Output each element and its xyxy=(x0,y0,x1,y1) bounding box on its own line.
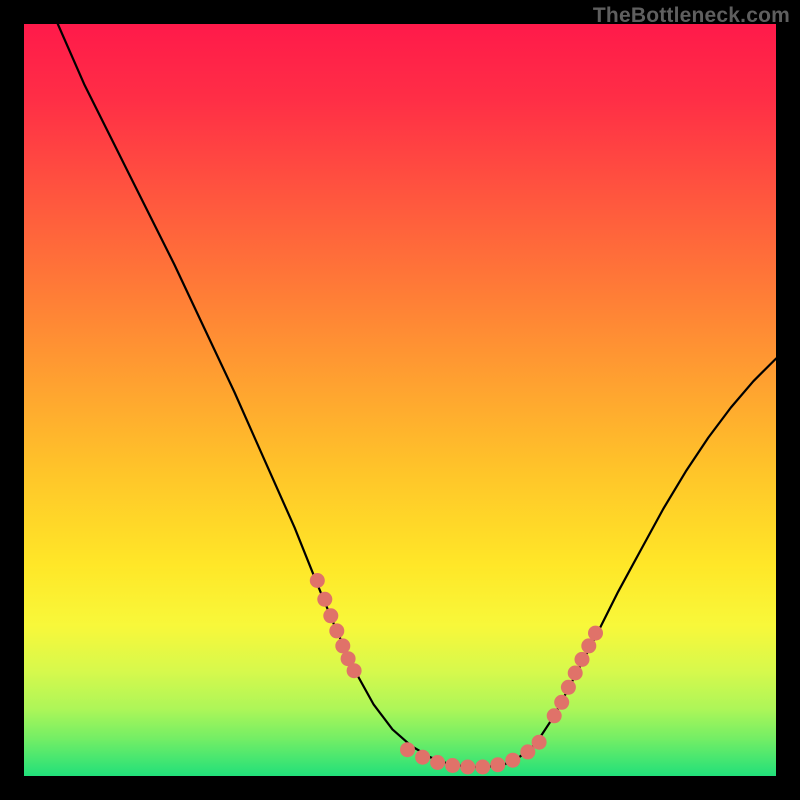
data-dot xyxy=(310,573,325,588)
watermark-text: TheBottleneck.com xyxy=(593,4,790,28)
data-dot xyxy=(490,757,505,772)
data-dot xyxy=(347,663,362,678)
gradient-background xyxy=(24,24,776,776)
chart-frame: TheBottleneck.com xyxy=(0,0,800,800)
data-dot xyxy=(335,638,350,653)
data-dot xyxy=(475,760,490,775)
data-dot xyxy=(445,758,460,773)
data-dot xyxy=(554,695,569,710)
data-dot xyxy=(575,652,590,667)
data-dot xyxy=(505,753,520,768)
data-dot xyxy=(520,744,535,759)
data-dot xyxy=(460,760,475,775)
data-dot xyxy=(430,755,445,770)
chart-svg xyxy=(24,24,776,776)
data-dot xyxy=(588,626,603,641)
data-dot xyxy=(400,742,415,757)
data-dot xyxy=(547,708,562,723)
data-dot xyxy=(532,735,547,750)
data-dot xyxy=(581,638,596,653)
data-dot xyxy=(329,623,344,638)
data-dot xyxy=(561,680,576,695)
data-dot xyxy=(317,592,332,607)
data-dot xyxy=(415,750,430,765)
plot-area xyxy=(24,24,776,776)
data-dot xyxy=(568,666,583,681)
data-dot xyxy=(323,608,338,623)
